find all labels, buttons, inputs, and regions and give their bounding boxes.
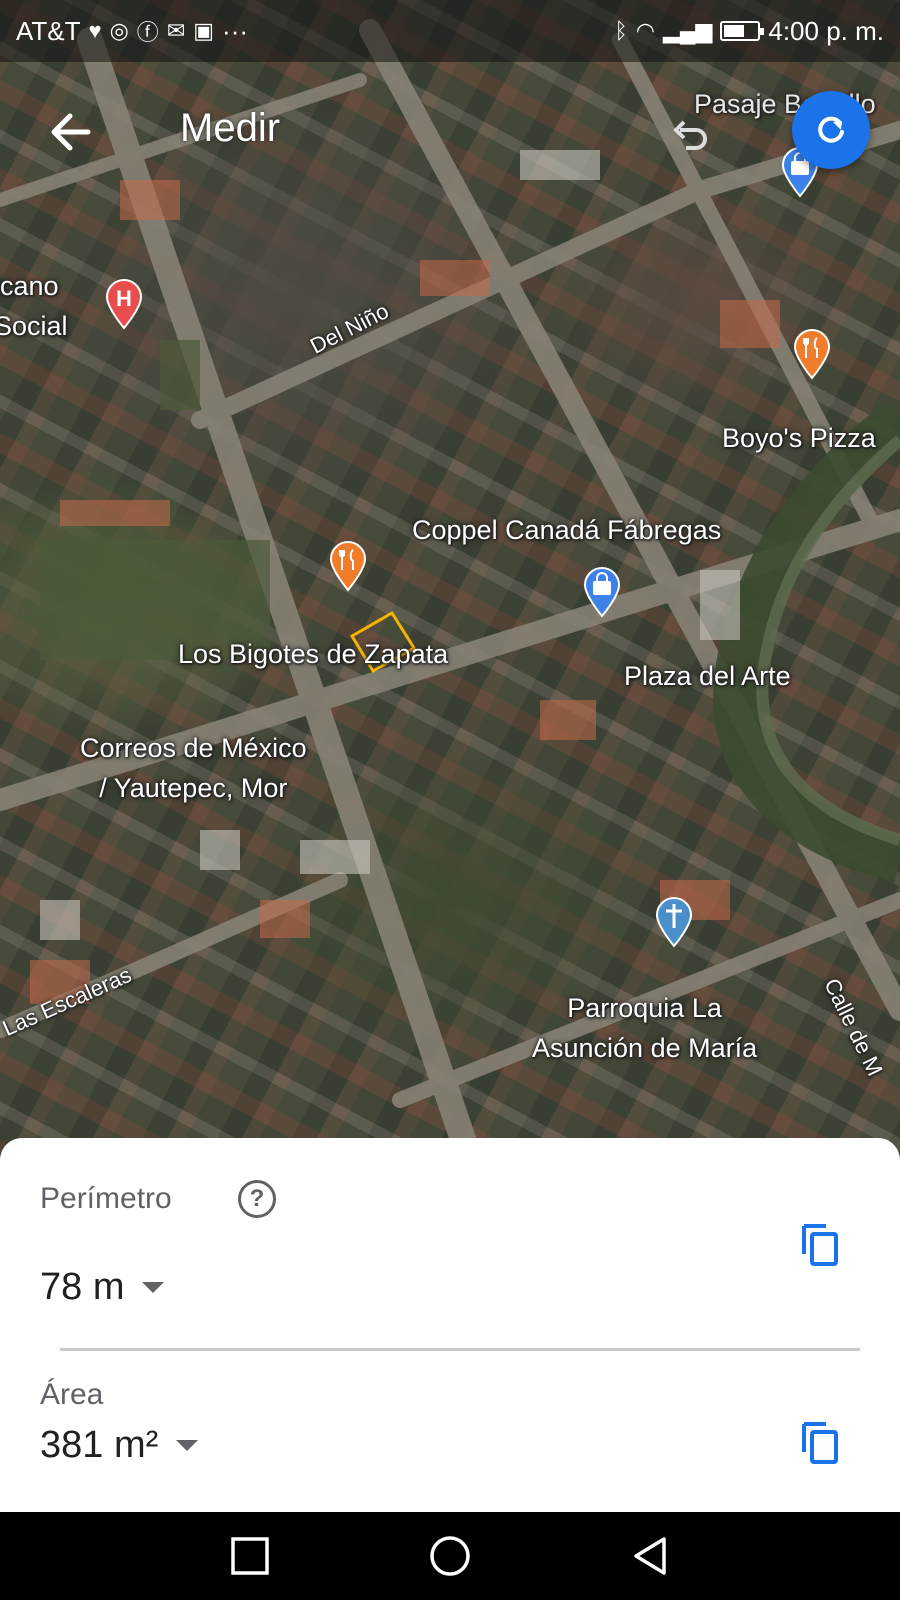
place-label-boyos-pizza[interactable]: Boyo's Pizza: [722, 418, 876, 458]
status-left: AT&T ♥ ◎ ⓕ ✉ ▣ ···: [16, 15, 248, 47]
nav-back-button[interactable]: [628, 1534, 672, 1578]
dropdown-caret-icon: [176, 1440, 199, 1451]
perimeter-value: 78 m: [40, 1266, 125, 1308]
facebook-icon: ⓕ: [136, 20, 159, 45]
status-right: ᛒ ◠ ▂▄▆ 4:00 p. m.: [615, 16, 884, 47]
hospital-pin-icon[interactable]: H: [104, 278, 144, 330]
copy-icon: [802, 1224, 838, 1266]
bluetooth-icon: ᛒ: [614, 18, 628, 43]
system-nav-bar: [0, 1512, 900, 1600]
satellite-map[interactable]: H icano Social Boyo's Pizza Coppel Canad…: [0, 0, 900, 1160]
area-value: 381 m²: [40, 1424, 159, 1466]
clock: 4:00 p. m.: [768, 15, 884, 46]
status-bar: AT&T ♥ ◎ ⓕ ✉ ▣ ··· ᛒ ◠ ▂▄▆ 4:00 p. m.: [0, 0, 900, 62]
place-label-los-bigotes[interactable]: Los Bigotes de Zapata: [178, 634, 448, 674]
signal-icon: ▂▄▆: [662, 18, 713, 43]
area-label: Área: [40, 1378, 104, 1411]
dropdown-caret-icon: [142, 1282, 165, 1293]
copy-area-button[interactable]: [798, 1418, 842, 1466]
shopping-pin-icon[interactable]: [582, 566, 622, 618]
mail-icon: ✉: [166, 18, 186, 43]
help-icon[interactable]: ?: [238, 1180, 276, 1218]
divider: [60, 1348, 860, 1351]
copy-icon: [802, 1422, 838, 1464]
triangle-back-icon: [634, 1537, 666, 1575]
carrier-label: AT&T: [16, 15, 81, 46]
copy-perimeter-button[interactable]: [798, 1220, 842, 1268]
svg-text:H: H: [116, 286, 132, 311]
arrow-left-icon: [51, 113, 91, 151]
perimeter-label: Perímetro: [40, 1182, 172, 1215]
circle-icon: [430, 1536, 470, 1576]
place-label-correos[interactable]: Correos de México / Yautepec, Mor: [80, 728, 307, 808]
battery-icon: [720, 21, 765, 41]
undo-icon: [673, 120, 707, 150]
undo-button[interactable]: [668, 112, 712, 156]
wifi-icon: ◠: [635, 18, 655, 43]
page-title: Medir: [180, 106, 281, 150]
place-label-parroquia[interactable]: Parroquia La Asunción de María: [532, 988, 757, 1068]
place-label-coppel[interactable]: Coppel Canadá Fábregas: [412, 510, 721, 550]
area-unit-dropdown[interactable]: 381 m²: [40, 1424, 199, 1467]
recents-button[interactable]: [228, 1534, 272, 1578]
place-label-plaza-del-arte[interactable]: Plaza del Arte: [624, 656, 791, 696]
square-icon: [231, 1537, 269, 1575]
place-label-hospital[interactable]: icano Social: [0, 266, 68, 346]
restaurant-pin-icon[interactable]: [792, 328, 832, 380]
more-notifications-icon: ···: [222, 15, 249, 46]
back-button[interactable]: [44, 104, 100, 160]
whatsapp-icon: ◎: [109, 18, 129, 43]
clear-measurement-button[interactable]: [792, 91, 870, 169]
linkedin-icon: ▣: [193, 18, 215, 43]
restaurant-pin-icon[interactable]: [328, 540, 368, 592]
home-button[interactable]: [428, 1534, 472, 1578]
church-pin-icon[interactable]: [654, 896, 694, 948]
perimeter-unit-dropdown[interactable]: 78 m: [40, 1266, 165, 1309]
heart-monitor-icon: ♥: [88, 18, 102, 43]
refresh-icon: [818, 116, 844, 143]
